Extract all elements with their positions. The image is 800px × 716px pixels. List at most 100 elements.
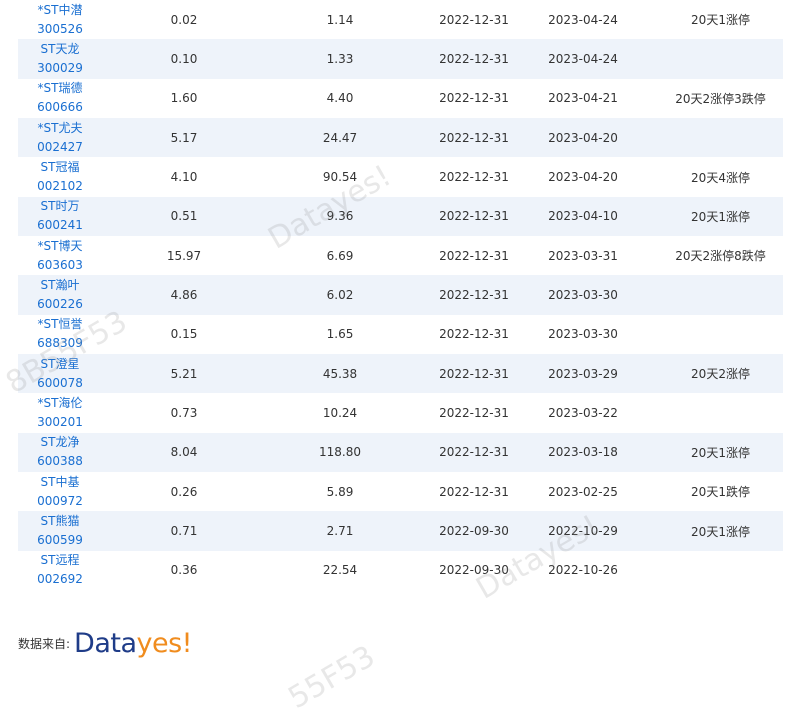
date-cell: 2022-09-30 <box>439 524 509 539</box>
stock-link[interactable]: ST时万 600241 <box>18 197 102 236</box>
stock-link[interactable]: ST天龙 300029 <box>18 39 102 78</box>
value-cell: 6.69 <box>326 248 354 263</box>
value-cell: 5.21 <box>170 366 198 381</box>
value-cell: 6.02 <box>326 288 354 303</box>
value-cell: 10.24 <box>322 406 358 421</box>
value-cell: 118.80 <box>319 445 361 460</box>
date-cell: 2022-12-31 <box>439 52 509 67</box>
date-cell: 2022-12-31 <box>439 366 509 381</box>
date-cell: 2022-12-31 <box>439 484 509 499</box>
table-row: ST时万 600241 0.51 9.36 2022-12-31 2023-04-… <box>18 196 783 237</box>
value-cell: 0.36 <box>170 563 198 578</box>
value-cell: 0.10 <box>170 52 198 67</box>
value-cell: 5.17 <box>170 130 198 145</box>
table-row: *ST尤夫 002427 5.17 24.47 2022-12-31 2023-0… <box>18 118 783 158</box>
data-source-label: 数据来自: <box>18 637 71 651</box>
value-cell: 15.97 <box>166 248 202 263</box>
date-cell: 2023-04-20 <box>548 170 618 185</box>
value-cell: 1.65 <box>326 327 354 342</box>
date-cell: 2022-12-31 <box>439 170 509 185</box>
date-cell: 2022-10-26 <box>548 563 618 578</box>
value-cell: 2.71 <box>326 524 354 539</box>
table-row: *ST瑞德 600666 1.60 4.40 2022-12-31 2023-04… <box>18 79 783 118</box>
date-cell: 2023-03-30 <box>548 288 618 303</box>
watermark-text: 55F53 <box>282 638 382 716</box>
value-cell: 0.02 <box>170 12 198 27</box>
value-cell: 5.89 <box>326 484 354 499</box>
note-cell: 20天1涨停 <box>691 209 750 224</box>
date-cell: 2022-12-31 <box>439 209 509 224</box>
date-cell: 2023-03-29 <box>548 366 618 381</box>
note-cell: 20天1涨停 <box>691 445 750 460</box>
stock-link[interactable]: ST冠福 002102 <box>18 157 102 196</box>
table-row: *ST恒誉 688309 0.15 1.65 2022-12-31 2023-03… <box>18 315 783 354</box>
date-cell: 2023-03-22 <box>548 406 618 421</box>
date-cell: 2023-04-20 <box>548 130 618 145</box>
value-cell: 9.36 <box>326 209 354 224</box>
value-cell: 4.40 <box>326 91 354 106</box>
date-cell: 2022-12-31 <box>439 130 509 145</box>
stock-link[interactable]: *ST瑞德 600666 <box>18 79 102 118</box>
date-cell: 2023-04-21 <box>548 91 618 106</box>
value-cell: 0.15 <box>170 327 198 342</box>
date-cell: 2023-04-24 <box>548 12 618 27</box>
date-cell: 2023-03-31 <box>548 248 618 263</box>
date-cell: 2022-09-30 <box>439 563 509 578</box>
note-cell: 20天2涨停 <box>691 367 750 382</box>
table-row: ST中基 000972 0.26 5.89 2022-12-31 2023-02-… <box>18 472 783 511</box>
table-row: *ST海伦 300201 0.73 10.24 2022-12-31 2023-0… <box>18 393 783 432</box>
note-cell <box>658 551 783 590</box>
stock-link[interactable]: *ST中潜 300526 <box>18 0 102 39</box>
table-row: ST瀚叶 600226 4.86 6.02 2022-12-31 2023-03-… <box>18 275 783 315</box>
stock-link[interactable]: ST远程 002692 <box>18 551 102 590</box>
note-cell: 20天2涨停8跌停 <box>675 249 766 264</box>
value-cell: 0.26 <box>170 484 198 499</box>
stock-link[interactable]: ST龙净 600388 <box>18 433 102 472</box>
stock-link[interactable]: *ST恒誉 688309 <box>18 315 102 354</box>
note-cell: 20天2涨停3跌停 <box>675 91 766 106</box>
value-cell: 4.10 <box>170 170 198 185</box>
note-cell <box>658 39 783 78</box>
table-row: *ST中潜 300526 0.02 1.14 2022-12-31 2023-04… <box>18 0 783 39</box>
date-cell: 2022-12-31 <box>439 406 509 421</box>
stock-link[interactable]: *ST博天 603603 <box>18 236 102 275</box>
date-cell: 2022-10-29 <box>548 524 618 539</box>
table-row: ST熊猫 600599 0.71 2.71 2022-09-30 2022-10-… <box>18 511 783 551</box>
date-cell: 2022-12-31 <box>439 288 509 303</box>
date-cell: 2023-03-18 <box>548 445 618 460</box>
table-row: ST天龙 300029 0.10 1.33 2022-12-31 2023-04-… <box>18 39 783 79</box>
value-cell: 45.38 <box>322 366 358 381</box>
data-source-footer: 数据来自: Datayes! <box>18 628 193 659</box>
table-row: ST远程 002692 0.36 22.54 2022-09-30 2022-10… <box>18 551 783 590</box>
value-cell: 4.86 <box>170 288 198 303</box>
value-cell: 0.51 <box>170 209 198 224</box>
stock-link[interactable]: ST中基 000972 <box>18 472 102 511</box>
value-cell: 1.60 <box>170 91 198 106</box>
note-cell: 20天1涨停 <box>691 13 750 28</box>
table-row: ST澄星 600078 5.21 45.38 2022-12-31 2023-03… <box>18 354 783 394</box>
date-cell: 2022-12-31 <box>439 327 509 342</box>
note-cell: 20天1跌停 <box>691 485 750 500</box>
note-cell <box>658 275 783 314</box>
date-cell: 2022-12-31 <box>439 248 509 263</box>
datayes-logo: Datayes! <box>74 628 192 659</box>
date-cell: 2022-12-31 <box>439 12 509 27</box>
stock-link[interactable]: ST澄星 600078 <box>18 354 102 393</box>
stock-link[interactable]: *ST尤夫 002427 <box>18 118 102 157</box>
stock-link[interactable]: *ST海伦 300201 <box>18 393 102 432</box>
table-row: ST龙净 600388 8.04 118.80 2022-12-31 2023-0… <box>18 432 783 473</box>
value-cell: 90.54 <box>322 170 358 185</box>
note-cell <box>658 315 783 354</box>
value-cell: 1.33 <box>326 52 354 67</box>
stock-link[interactable]: ST瀚叶 600226 <box>18 275 102 314</box>
note-cell <box>658 393 783 432</box>
table-row: *ST博天 603603 15.97 6.69 2022-12-31 2023-0… <box>18 236 783 275</box>
value-cell: 24.47 <box>322 130 358 145</box>
date-cell: 2023-04-10 <box>548 209 618 224</box>
stock-link[interactable]: ST熊猫 600599 <box>18 511 102 550</box>
note-cell <box>658 118 783 157</box>
date-cell: 2023-04-24 <box>548 52 618 67</box>
note-cell: 20天1涨停 <box>691 524 750 539</box>
data-table: *ST中潜 300526 0.02 1.14 2022-12-31 2023-04… <box>18 0 783 590</box>
value-cell: 22.54 <box>322 563 358 578</box>
